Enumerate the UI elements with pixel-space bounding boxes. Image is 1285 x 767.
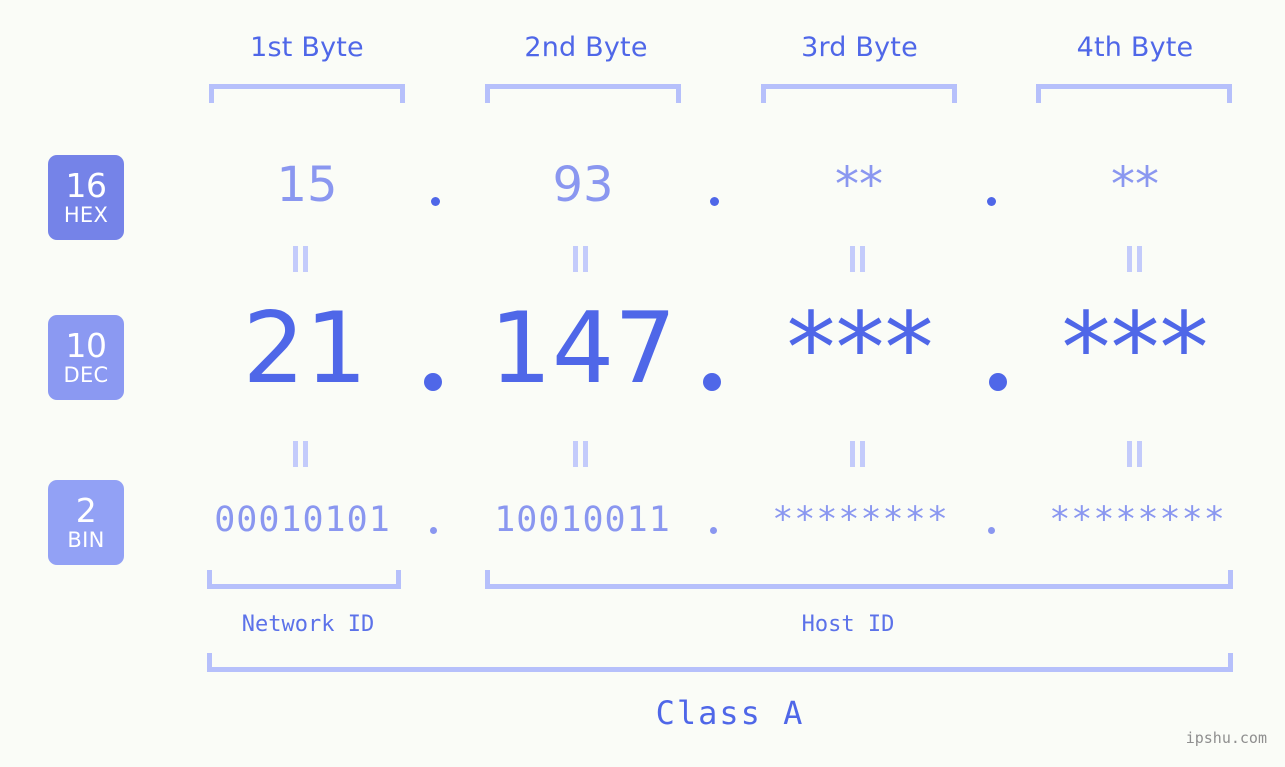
dec-dot-2 <box>703 373 721 391</box>
equivalence-mark-hex-dec-2 <box>572 246 590 272</box>
hex-dot-1 <box>431 197 440 206</box>
equivalence-mark-hex-dec-1 <box>292 246 310 272</box>
byte-bracket-3 <box>761 84 957 103</box>
dec-byte-1: 21 <box>242 292 368 406</box>
equivalence-mark-dec-bin-1 <box>292 441 310 467</box>
bin-byte-2: 10010011 <box>494 500 671 540</box>
bin-byte-4: ******** <box>1049 500 1226 540</box>
network-id-label: Network ID <box>241 612 375 637</box>
hex-dot-2 <box>710 197 719 206</box>
equivalence-mark-dec-bin-3 <box>849 441 867 467</box>
bin-dot-1 <box>430 527 437 534</box>
dec-byte-4: *** <box>1061 292 1209 406</box>
class-bracket <box>207 653 1233 672</box>
base-badge-hex-number: 16 <box>65 166 108 205</box>
byte-bracket-4 <box>1036 84 1232 103</box>
dec-byte-2: 147 <box>489 292 677 406</box>
hex-byte-2: 93 <box>552 157 614 213</box>
byte-header-1: 1st Byte <box>250 32 364 63</box>
base-badge-hex: 16 HEX <box>48 155 124 240</box>
hex-dot-3 <box>987 197 996 206</box>
byte-bracket-2 <box>485 84 681 103</box>
host-id-bracket <box>485 570 1233 589</box>
byte-header-4: 4th Byte <box>1076 32 1194 63</box>
site-watermark: ipshu.com <box>1185 729 1267 747</box>
base-badge-hex-abbr: HEX <box>63 203 109 227</box>
dec-dot-1 <box>424 373 442 391</box>
base-badge-dec-abbr: DEC <box>63 363 109 387</box>
base-badge-bin-number: 2 <box>75 491 97 530</box>
equivalence-mark-dec-bin-4 <box>1126 441 1144 467</box>
bin-byte-3: ******** <box>772 500 949 540</box>
dec-byte-3: *** <box>786 292 934 406</box>
equivalence-mark-hex-dec-3 <box>849 246 867 272</box>
bin-dot-2 <box>710 527 717 534</box>
dec-dot-3 <box>989 373 1007 391</box>
ip-address-breakdown-diagram: 1st Byte 2nd Byte 3rd Byte 4th Byte 16 H… <box>0 0 1285 767</box>
byte-bracket-1 <box>209 84 405 103</box>
host-id-label: Host ID <box>801 612 895 637</box>
bin-byte-1: 00010101 <box>214 500 391 540</box>
byte-header-2: 2nd Byte <box>524 32 648 63</box>
bin-dot-3 <box>988 527 995 534</box>
byte-header-3: 3rd Byte <box>801 32 918 63</box>
base-badge-dec: 10 DEC <box>48 315 124 400</box>
equivalence-mark-dec-bin-2 <box>572 441 590 467</box>
hex-byte-4: ** <box>1111 157 1159 213</box>
class-label: Class A <box>655 694 805 732</box>
base-badge-bin-abbr: BIN <box>67 528 105 552</box>
base-badge-bin: 2 BIN <box>48 480 124 565</box>
hex-byte-3: ** <box>835 157 883 213</box>
hex-byte-1: 15 <box>276 157 338 213</box>
base-badge-dec-number: 10 <box>65 326 108 365</box>
network-id-bracket <box>207 570 401 589</box>
equivalence-mark-hex-dec-4 <box>1126 246 1144 272</box>
